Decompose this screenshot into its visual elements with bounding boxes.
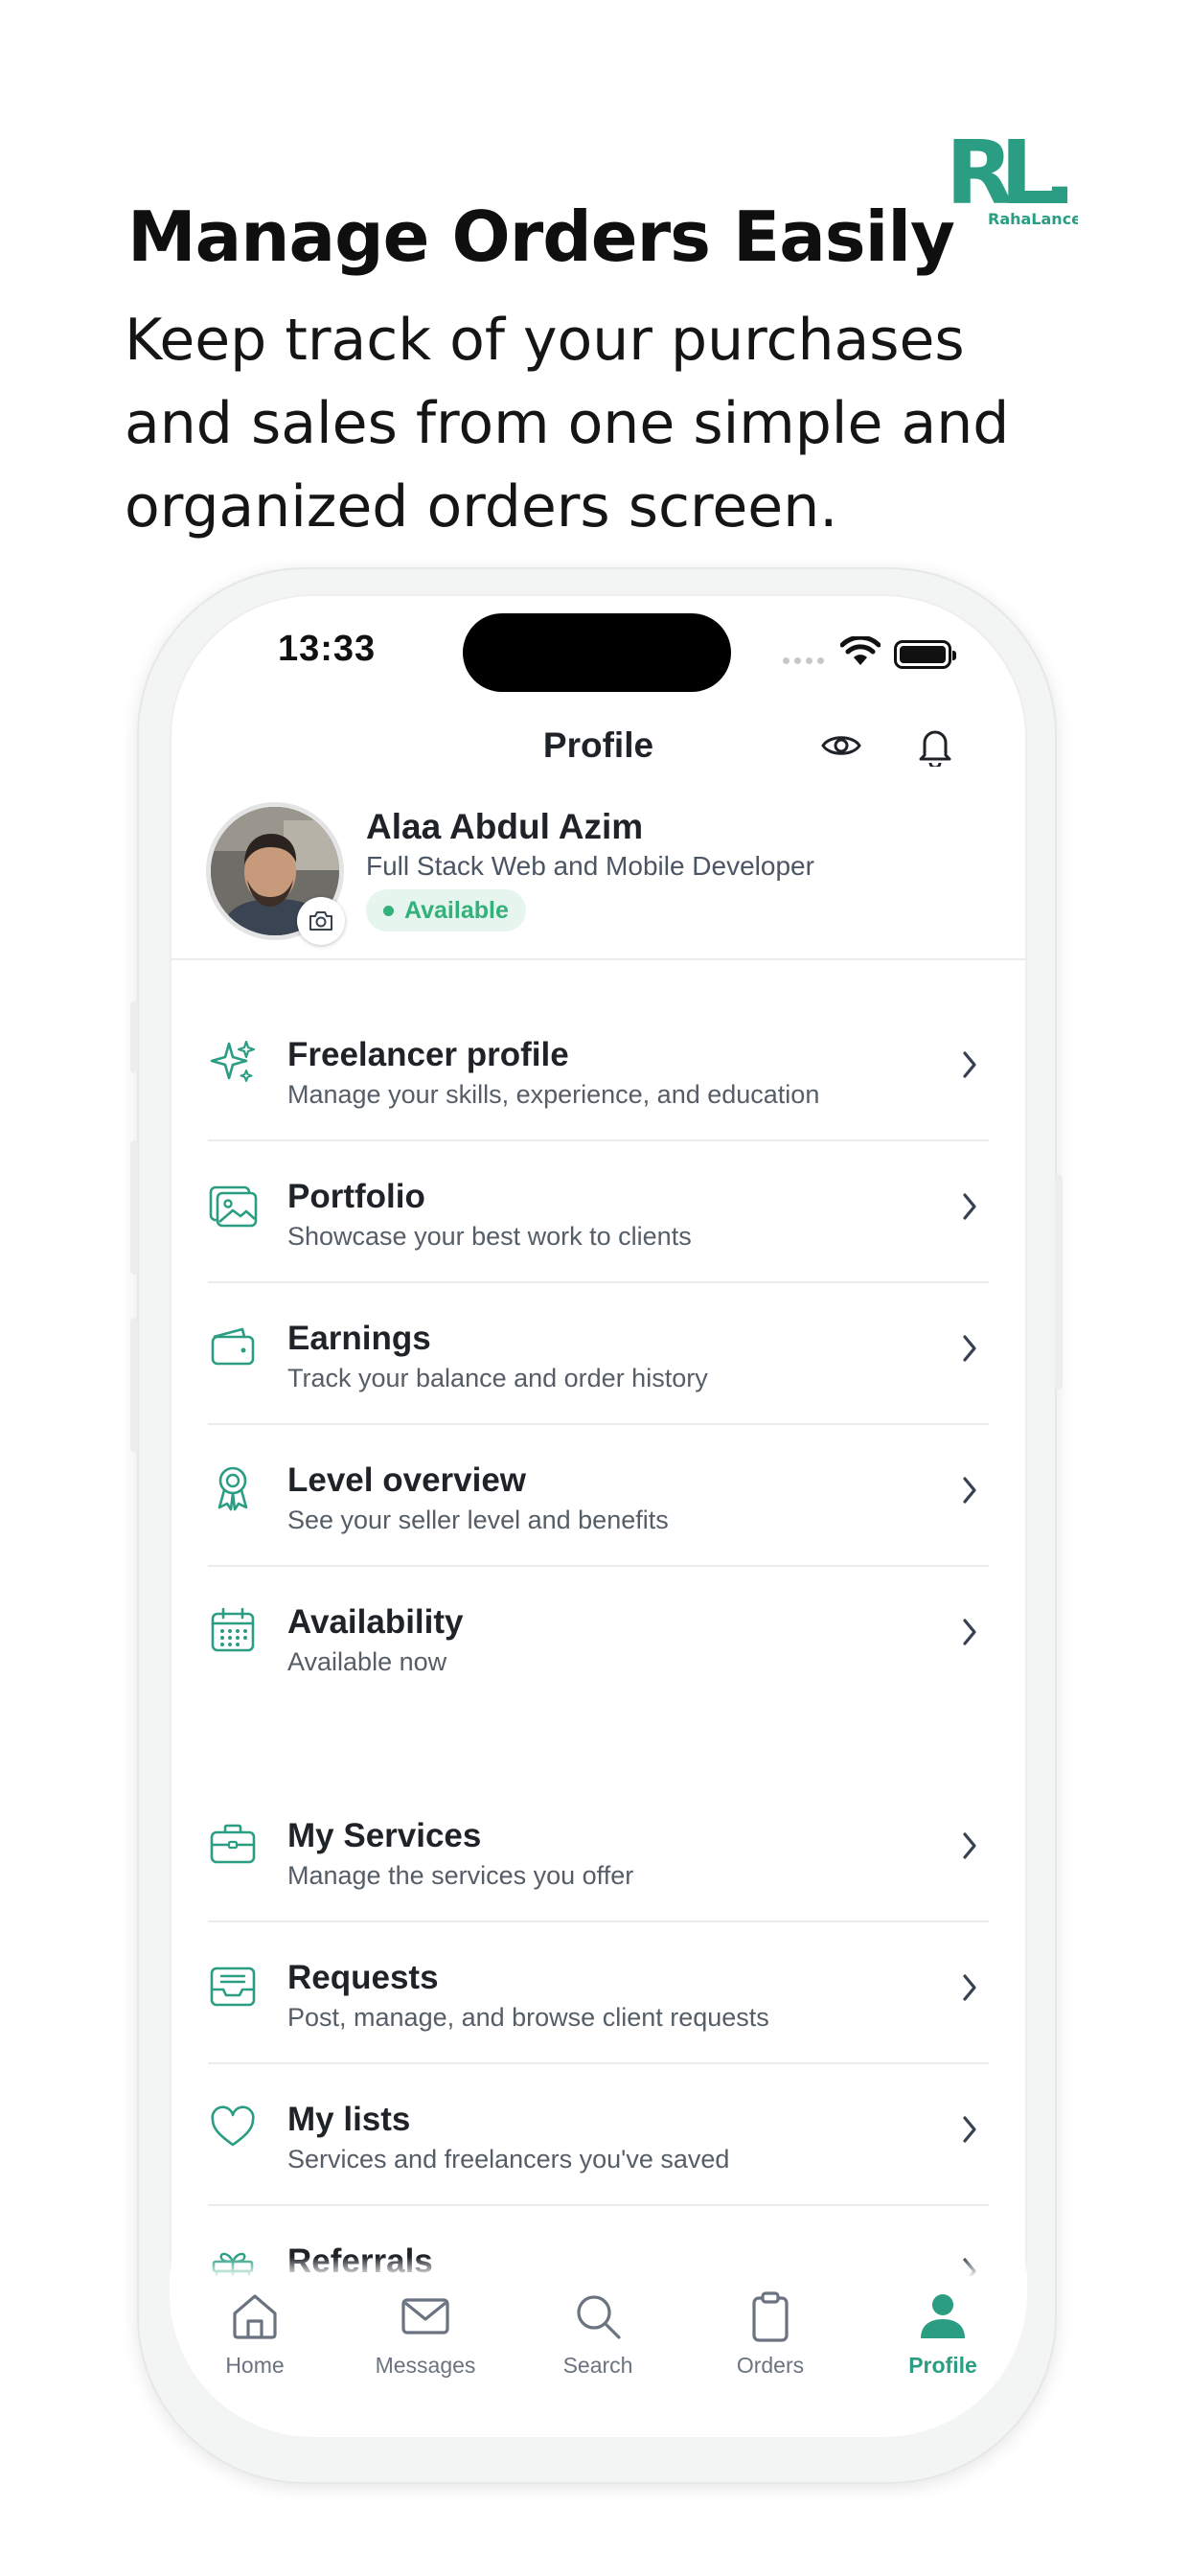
heart-icon: [208, 2103, 258, 2152]
images-icon: [208, 1180, 258, 1230]
menu-item-title: My Services: [287, 1817, 482, 1854]
award-icon: [208, 1463, 258, 1513]
menu-item-subtitle: Manage the services you offer: [287, 1861, 634, 1890]
user-icon: [866, 2288, 1019, 2345]
signal-dots-icon: [783, 657, 824, 664]
chevron-right-icon: [963, 2116, 976, 2143]
menu-item-subtitle: Manage your skills, experience, and educ…: [287, 1080, 820, 1109]
menu-item-title: Requests: [287, 1959, 439, 1996]
promo-subhead: Keep track of your purchases and sales f…: [125, 307, 1010, 540]
app-screen: 13:33 Profile Alaa Abdul Azim Full Stack…: [170, 594, 1027, 2437]
inbox-icon: [208, 1961, 258, 2011]
menu-item-subtitle: Showcase your best work to clients: [287, 1222, 692, 1251]
tab-home[interactable]: Home: [178, 2288, 332, 2379]
tab-label: Messages: [375, 2353, 476, 2378]
tab-label: Orders: [736, 2353, 805, 2378]
clipboard-icon: [694, 2288, 847, 2345]
menu-item-earnings[interactable]: Earnings Track your balance and order hi…: [208, 1283, 989, 1425]
menu-item-portfolio[interactable]: Portfolio Showcase your best work to cli…: [208, 1141, 989, 1283]
chevron-right-icon: [963, 1477, 976, 1504]
battery-icon: [894, 640, 956, 669]
section-divider: [170, 958, 1027, 960]
menu-item-title: Earnings: [287, 1320, 431, 1357]
menu-item-my-services[interactable]: My Services Manage the services you offe…: [208, 1781, 989, 1922]
tabbar-fade: [170, 2257, 1027, 2278]
menu-item-requests[interactable]: Requests Post, manage, and browse client…: [208, 1922, 989, 2064]
status-badge: Available: [366, 889, 526, 932]
logo-text: RahaLancer: [988, 210, 1078, 228]
mail-icon: [349, 2288, 502, 2345]
calendar-icon: [208, 1605, 258, 1655]
chevron-right-icon: [963, 1051, 976, 1078]
menu-item-subtitle: See your seller level and benefits: [287, 1506, 669, 1534]
bell-icon[interactable]: [911, 722, 959, 770]
chevron-right-icon: [963, 1335, 976, 1362]
phone-side-button: [1055, 1174, 1063, 1390]
menu-item-subtitle: Available now: [287, 1647, 447, 1676]
menu-item-subtitle: Services and freelancers you've saved: [287, 2145, 730, 2174]
tab-search[interactable]: Search: [521, 2288, 675, 2379]
tab-messages[interactable]: Messages: [349, 2288, 502, 2379]
page-title: Profile: [542, 725, 654, 765]
dynamic-island: [463, 613, 731, 692]
menu-item-title: My lists: [287, 2101, 411, 2138]
search-icon: [521, 2288, 675, 2345]
chevron-right-icon: [963, 1832, 976, 1859]
briefcase-icon: [208, 1819, 258, 1869]
menu-item-availability[interactable]: Availability Available now: [208, 1567, 989, 1709]
profile-role: Full Stack Web and Mobile Developer: [366, 851, 814, 881]
chevron-right-icon: [963, 1974, 976, 2001]
chevron-right-icon: [963, 1193, 976, 1220]
menu-item-level-overview[interactable]: Level overview See your seller level and…: [208, 1425, 989, 1567]
menu-item-my-lists[interactable]: My lists Services and freelancers you've…: [208, 2064, 989, 2206]
profile-name: Alaa Abdul Azim: [366, 807, 644, 846]
menu-item-title: Availability: [287, 1603, 464, 1641]
menu-item-title: Portfolio: [287, 1178, 425, 1215]
tab-label: Profile: [908, 2353, 977, 2378]
tab-label: Search: [562, 2353, 633, 2378]
tab-label: Home: [225, 2353, 285, 2378]
phone-side-button: [130, 1001, 138, 1073]
phone-side-button: [130, 1318, 138, 1452]
chevron-right-icon: [963, 1619, 976, 1645]
menu-item-subtitle: Track your balance and order history: [287, 1364, 708, 1392]
menu-item-subtitle: Post, manage, and browse client requests: [287, 2003, 769, 2032]
wallet-icon: [208, 1322, 258, 1371]
menu-item-title: Freelancer profile: [287, 1036, 569, 1073]
phone-side-button: [130, 1140, 138, 1275]
home-icon: [178, 2288, 332, 2345]
promo-page: RL. RahaLancer Manage Orders Easily Keep…: [0, 0, 1190, 2576]
menu-item-freelancer-profile[interactable]: Freelancer profile Manage your skills, e…: [208, 1000, 989, 1141]
status-time: 13:33: [278, 629, 377, 669]
promo-headline: Manage Orders Easily: [127, 196, 955, 277]
rahalancer-logo: RL. RahaLancer: [946, 125, 1078, 228]
sparkles-icon: [208, 1038, 258, 1088]
tab-profile[interactable]: Profile: [866, 2288, 1019, 2379]
menu-item-title: Level overview: [287, 1461, 527, 1499]
wifi-icon: [840, 636, 881, 665]
tab-orders[interactable]: Orders: [694, 2288, 847, 2379]
camera-icon[interactable]: [297, 897, 345, 945]
tab-bar: Home Messages Search Orders Profile: [170, 2276, 1027, 2437]
eye-icon[interactable]: [817, 722, 865, 770]
